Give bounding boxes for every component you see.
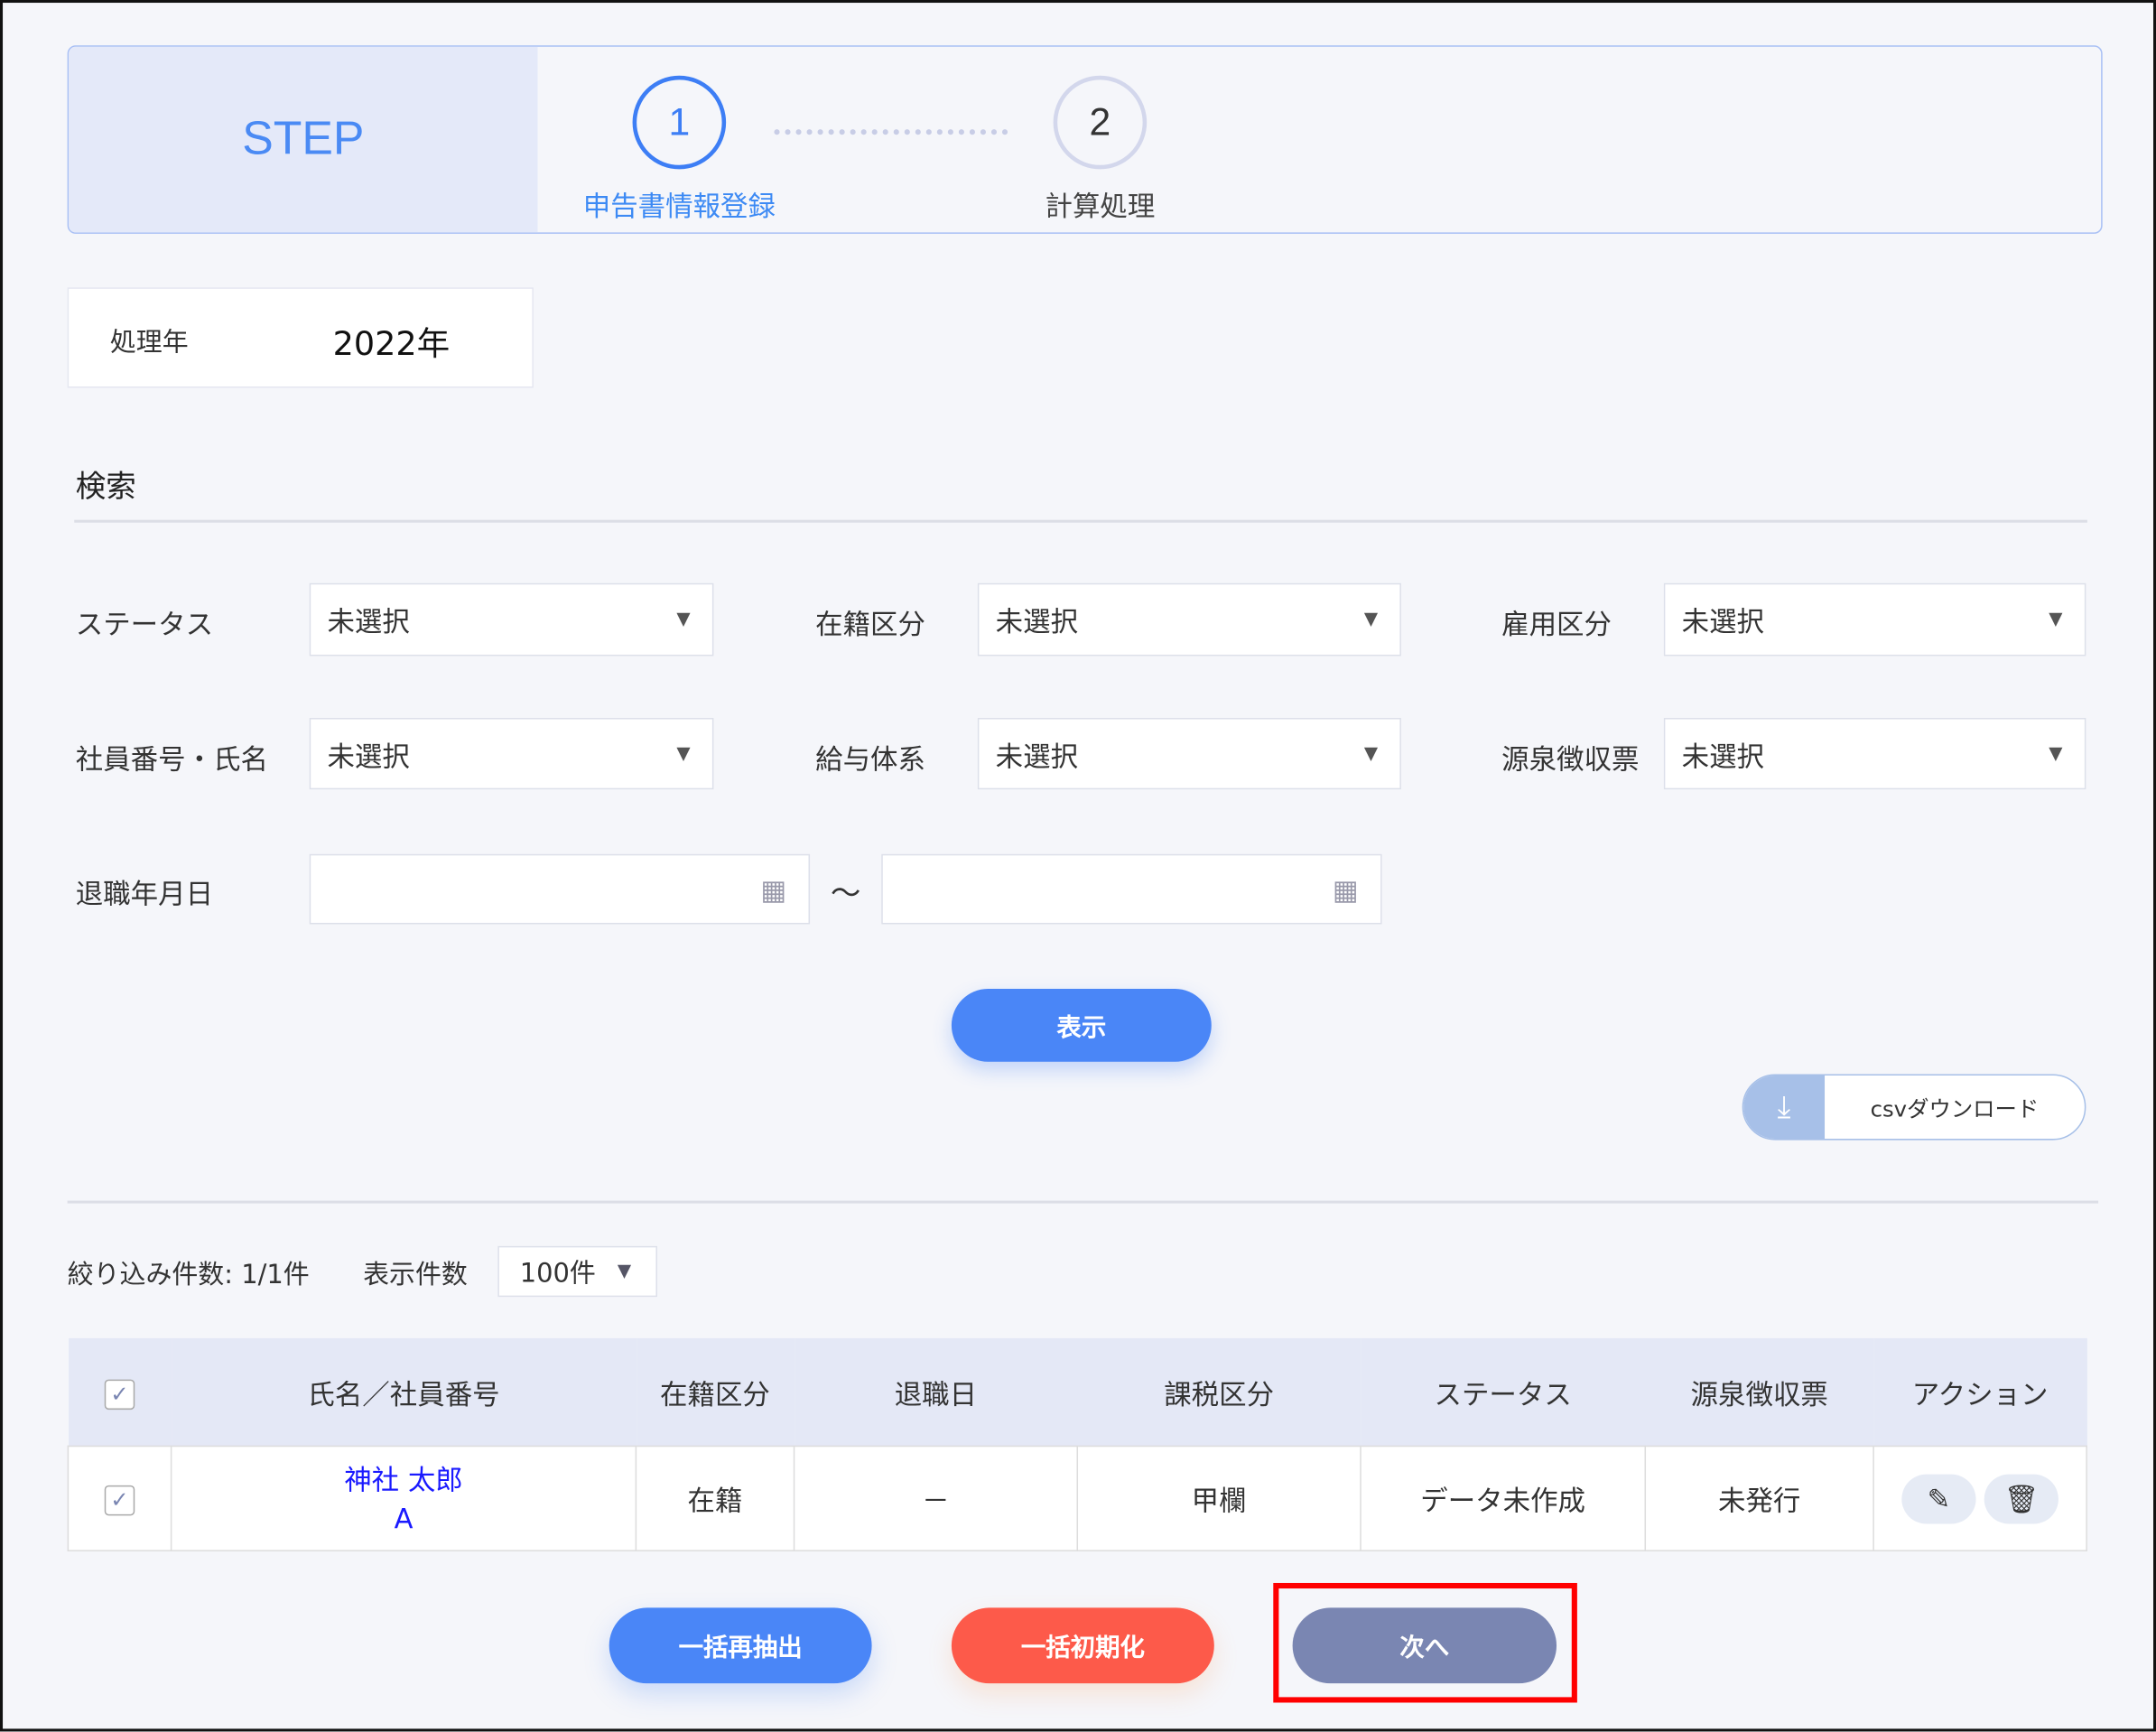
csv-download-label: csvダウンロード xyxy=(1825,1076,2085,1139)
col-withholding: 源泉徴収票 xyxy=(1645,1338,1873,1447)
chevron-down-icon: ▼ xyxy=(1364,743,1378,764)
action-cell: ✎🗑 xyxy=(1873,1446,2086,1550)
select-all-cell: ✓ xyxy=(68,1338,171,1447)
per-page-select[interactable]: 100件 ▼ xyxy=(497,1246,657,1297)
employee-table: ✓ 氏名／社員番号 在籍区分 退職日 課税区分 ステータス 源泉徴収票 アクショ… xyxy=(68,1338,2087,1551)
divider xyxy=(74,520,2087,523)
salary-select[interactable]: 未選択 ▼ xyxy=(978,718,1401,789)
year-box: 処理年 2022年 xyxy=(68,287,534,387)
range-separator: ～ xyxy=(831,870,861,914)
retire-cell: － xyxy=(795,1446,1078,1550)
enrollment-cell: 在籍 xyxy=(636,1446,794,1550)
retire-from-input[interactable]: ▦ xyxy=(310,854,810,925)
calendar-icon[interactable]: ▦ xyxy=(1333,872,1359,906)
salary-value: 未選択 xyxy=(996,734,1078,774)
employment-select[interactable]: 未選択 ▼ xyxy=(1664,583,2086,656)
chevron-down-icon: ▼ xyxy=(1364,610,1378,630)
tax-cell: 甲欄 xyxy=(1077,1446,1361,1550)
enrollment-label: 在籍区分 xyxy=(815,602,925,642)
bulk-reextract-button[interactable]: 一括再抽出 xyxy=(609,1607,872,1683)
col-name: 氏名／社員番号 xyxy=(172,1338,637,1447)
withholding-select[interactable]: 未選択 ▼ xyxy=(1664,718,2086,789)
result-count: 絞り込み件数: 1/1件 xyxy=(68,1254,310,1291)
row-checkbox-cell: ✓ xyxy=(68,1446,171,1550)
calendar-icon[interactable]: ▦ xyxy=(760,872,786,906)
col-retire: 退職日 xyxy=(795,1338,1078,1447)
step-1-label: 申告書情報登録 xyxy=(542,184,817,224)
trash-icon[interactable]: 🗑 xyxy=(1984,1474,2058,1523)
year-label: 処理年 xyxy=(110,321,189,359)
chevron-down-icon: ▼ xyxy=(618,1262,631,1282)
status-select[interactable]: 未選択 ▼ xyxy=(310,583,714,656)
employee-label: 社員番号・氏名 xyxy=(76,737,268,777)
divider xyxy=(68,1201,2098,1204)
select-all-checkbox[interactable]: ✓ xyxy=(105,1379,135,1410)
employee-name-link[interactable]: 神社 太郎 xyxy=(173,1460,634,1499)
withholding-label: 源泉徴収票 xyxy=(1501,737,1639,777)
name-cell: 神社 太郎A xyxy=(172,1446,637,1550)
step-2-circle: 2 xyxy=(1054,76,1148,170)
year-value: 2022年 xyxy=(333,316,451,364)
employee-select[interactable]: 未選択 ▼ xyxy=(310,718,714,789)
withholding-value: 未選択 xyxy=(1682,734,1764,774)
retire-to-input[interactable]: ▦ xyxy=(881,854,1381,925)
download-icon: ⤓ xyxy=(1743,1076,1825,1139)
chevron-down-icon: ▼ xyxy=(676,610,690,630)
bulk-reset-button[interactable]: 一括初期化 xyxy=(952,1607,1214,1683)
table-header: ✓ 氏名／社員番号 在籍区分 退職日 課税区分 ステータス 源泉徴収票 アクショ… xyxy=(68,1338,2086,1447)
chevron-down-icon: ▼ xyxy=(2049,743,2062,764)
col-enrollment: 在籍区分 xyxy=(636,1338,794,1447)
pencil-icon[interactable]: ✎ xyxy=(1901,1474,1975,1523)
step-1-circle: 1 xyxy=(633,76,727,170)
table-row: ✓ 神社 太郎A 在籍 － 甲欄 データ未作成 未発行 ✎🗑 xyxy=(68,1446,2086,1550)
per-page-label: 表示件数 xyxy=(363,1254,468,1291)
col-tax: 課税区分 xyxy=(1077,1338,1361,1447)
status-cell: データ未作成 xyxy=(1361,1446,1645,1550)
per-page-value: 100件 xyxy=(520,1252,596,1290)
step-2-label: 計算処理 xyxy=(962,184,1238,224)
employment-label: 雇用区分 xyxy=(1501,602,1612,642)
enrollment-value: 未選択 xyxy=(996,600,1078,639)
employee-id-link[interactable]: A xyxy=(173,1498,634,1537)
col-status: ステータス xyxy=(1361,1338,1645,1447)
row-checkbox[interactable]: ✓ xyxy=(105,1485,135,1516)
chevron-down-icon: ▼ xyxy=(2049,610,2062,630)
status-label: ステータス xyxy=(76,602,213,642)
page: STEP 1 申告書情報登録 2 計算処理 処理年 2022年 検索 ステータス… xyxy=(0,0,2156,1731)
csv-download-button[interactable]: ⤓ csvダウンロード xyxy=(1742,1074,2086,1140)
step-connector xyxy=(774,129,1008,135)
employee-value: 未選択 xyxy=(327,734,409,774)
stepper: STEP 1 申告書情報登録 2 計算処理 xyxy=(68,45,2103,234)
chevron-down-icon: ▼ xyxy=(676,743,690,764)
show-button[interactable]: 表示 xyxy=(952,989,1212,1062)
salary-label: 給与体系 xyxy=(815,737,925,777)
retire-label: 退職年月日 xyxy=(76,872,213,912)
status-value: 未選択 xyxy=(327,600,409,639)
search-title: 検索 xyxy=(76,462,136,507)
step-title: STEP xyxy=(69,47,537,233)
enrollment-select[interactable]: 未選択 ▼ xyxy=(978,583,1401,656)
col-action: アクション xyxy=(1873,1338,2086,1447)
employment-value: 未選択 xyxy=(1682,600,1764,639)
withholding-cell: 未発行 xyxy=(1645,1446,1873,1550)
highlight-box xyxy=(1273,1583,1577,1703)
